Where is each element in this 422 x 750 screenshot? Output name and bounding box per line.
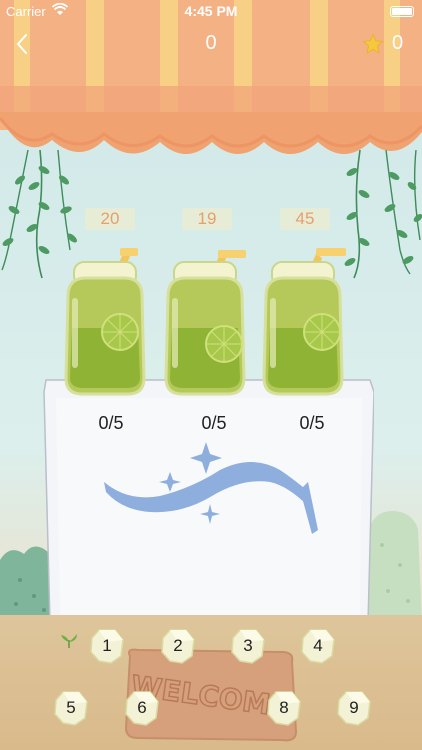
key-6-label: 6 bbox=[137, 698, 147, 717]
juice-jar-1[interactable] bbox=[62, 248, 148, 396]
key-6[interactable]: 6 bbox=[124, 690, 160, 726]
status-bar: Carrier 4:45 PM bbox=[0, 0, 422, 22]
clock: 4:45 PM bbox=[184, 3, 238, 19]
awning bbox=[0, 0, 422, 154]
sprout-icon bbox=[61, 634, 77, 648]
key-5[interactable]: 5 bbox=[53, 690, 89, 726]
key-9[interactable]: 9 bbox=[336, 690, 372, 726]
battery-icon bbox=[390, 6, 414, 17]
key-8-label: 8 bbox=[279, 698, 289, 717]
key-3-label: 3 bbox=[243, 636, 253, 655]
key-4-label: 4 bbox=[313, 636, 323, 655]
level-number: 0 bbox=[205, 32, 217, 54]
star-icon bbox=[362, 33, 384, 54]
game-scene: Carrier 4:45 PM 0 0 20 19 45 0/5 0/5 0/5… bbox=[0, 0, 422, 750]
star-count: 0 bbox=[392, 32, 404, 54]
jar-progress-2: 0/5 bbox=[201, 413, 227, 433]
key-5-label: 5 bbox=[66, 698, 76, 717]
key-2-label: 2 bbox=[173, 636, 183, 655]
jar-target-3: 45 bbox=[280, 208, 330, 230]
jar-progress-3: 0/5 bbox=[299, 413, 325, 433]
key-3[interactable]: 3 bbox=[230, 628, 266, 664]
key-4[interactable]: 4 bbox=[300, 628, 336, 664]
jar-progress-1: 0/5 bbox=[98, 413, 124, 433]
key-1[interactable]: 1 bbox=[89, 628, 125, 664]
key-1-label: 1 bbox=[102, 636, 112, 655]
jar-target-2: 19 bbox=[182, 208, 232, 230]
juice-jar-2[interactable] bbox=[162, 248, 248, 396]
bush-right bbox=[366, 511, 422, 625]
key-2[interactable]: 2 bbox=[160, 628, 196, 664]
jar-target-1: 20 bbox=[85, 208, 135, 230]
juice-jar-3[interactable] bbox=[260, 248, 346, 396]
key-8[interactable]: 8 bbox=[266, 690, 302, 726]
vine-right bbox=[344, 150, 422, 279]
key-9-label: 9 bbox=[349, 698, 359, 717]
